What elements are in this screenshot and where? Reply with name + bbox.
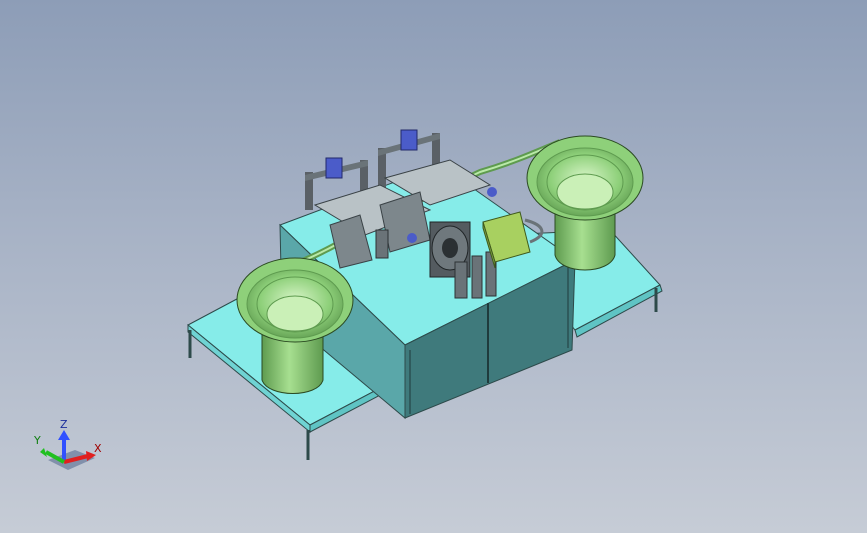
axis-triad <box>40 430 96 470</box>
axis-y-label: Y <box>34 434 41 447</box>
axis-z-label: Z <box>60 418 68 431</box>
cad-viewport[interactable]: Z X Y <box>0 0 867 533</box>
assembly-model[interactable] <box>0 0 867 533</box>
axis-x-label: X <box>94 442 102 455</box>
